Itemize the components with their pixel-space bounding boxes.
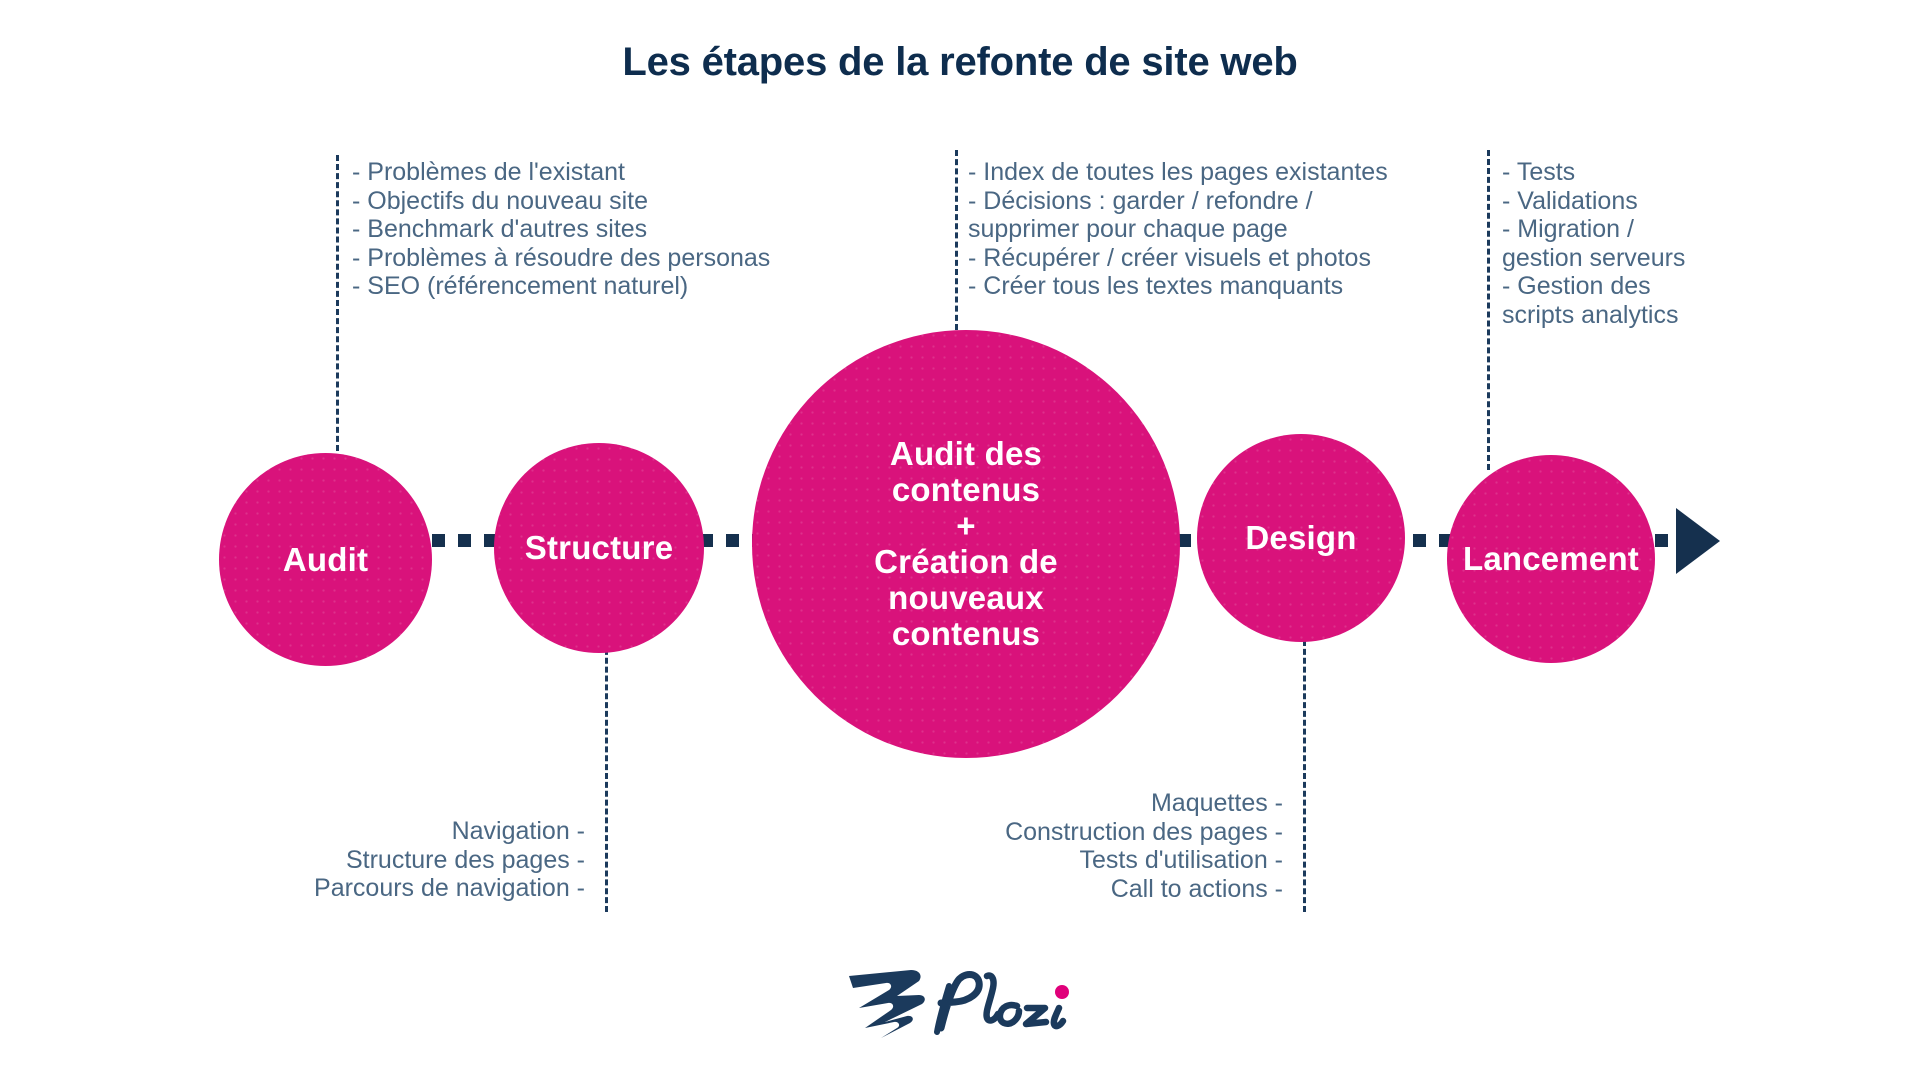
note-structure: Navigation - Structure des pages - Parco…	[314, 817, 585, 902]
plezi-bird-icon	[849, 970, 925, 1038]
step-label-structure: Structure	[524, 529, 674, 566]
page-title: Les étapes de la refonte de site web	[622, 40, 1298, 84]
leader-line-audit	[336, 155, 339, 460]
plezi-logo	[845, 962, 1085, 1048]
step-label-audit: Audit	[282, 540, 369, 578]
step-circle-design[interactable]: Design	[1197, 434, 1405, 642]
note-design: Maquettes - Construction des pages - Tes…	[1005, 789, 1283, 903]
plezi-logo-svg	[849, 970, 1069, 1038]
step-circle-structure[interactable]: Structure	[494, 443, 704, 653]
step-circle-lancement[interactable]: Lancement	[1447, 455, 1655, 663]
plezi-wordmark	[934, 971, 1067, 1035]
connector-lancement-arrow	[1655, 534, 1668, 547]
connector-dot	[1655, 534, 1668, 547]
plezi-logo-dot	[1055, 985, 1069, 999]
leader-line-design	[1303, 640, 1306, 912]
connector-dot	[458, 534, 471, 547]
note-audit: - Problèmes de l'existant - Objectifs du…	[352, 158, 771, 300]
connector-dot	[1413, 534, 1426, 547]
step-label-lancement: Lancement	[1462, 540, 1640, 577]
step-circle-contenus[interactable]: Audit des contenus + Création de nouveau…	[752, 330, 1180, 758]
flow-arrow-icon	[1676, 508, 1720, 574]
note-lancement: - Tests - Validations - Migration / gest…	[1502, 158, 1686, 329]
connector-audit-structure	[432, 534, 497, 547]
leader-line-structure	[605, 640, 608, 912]
leader-line-contenus	[955, 150, 958, 330]
infographic-canvas: Les étapes de la refonte de site web - P…	[0, 0, 1920, 1080]
step-label-design: Design	[1245, 519, 1357, 556]
connector-dot	[726, 534, 739, 547]
step-circle-audit[interactable]: Audit	[219, 453, 432, 666]
note-contenus: - Index de toutes les pages existantes -…	[968, 158, 1388, 300]
leader-line-lancement	[1487, 150, 1490, 470]
step-label-contenus: Audit des contenus + Création de nouveau…	[874, 435, 1058, 652]
connector-dot	[432, 534, 445, 547]
